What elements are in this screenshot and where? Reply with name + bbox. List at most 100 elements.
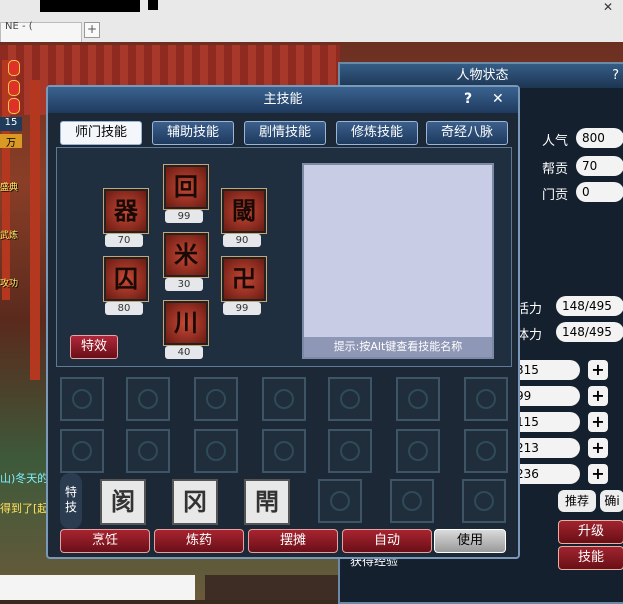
skill-icon[interactable]: 閾: [221, 188, 267, 234]
slot-emblem-icon: [138, 441, 158, 461]
skill-icon[interactable]: 器: [103, 188, 149, 234]
skill-level: 90: [223, 234, 261, 247]
hud-label[interactable]: 武炼: [0, 228, 18, 241]
skill-level: 80: [105, 302, 143, 315]
attribute-plus-button[interactable]: +: [588, 464, 608, 484]
slot-emblem-icon: [72, 441, 92, 461]
tab-assist-skills[interactable]: 辅助技能: [152, 121, 234, 145]
item-slot[interactable]: [396, 429, 440, 473]
skill-level: 99: [165, 210, 203, 223]
recommend-button[interactable]: 推荐: [558, 490, 596, 512]
effects-button[interactable]: 特效: [70, 335, 118, 359]
slot-emblem-icon: [402, 491, 422, 511]
item-slot[interactable]: [60, 429, 104, 473]
item-slot[interactable]: [262, 429, 306, 473]
special-skill-slot[interactable]: [390, 479, 434, 523]
slot-emblem-icon: [72, 389, 92, 409]
slot-emblem-icon: [408, 389, 428, 409]
cooking-button[interactable]: 烹饪: [60, 529, 150, 553]
item-slot[interactable]: [126, 377, 170, 421]
skill-window-title: 主技能: [48, 87, 518, 113]
hud-label[interactable]: 盛典: [0, 180, 18, 193]
item-slot[interactable]: [126, 429, 170, 473]
browser-tab-title: NE - (: [5, 21, 33, 32]
attribute-value: 115: [510, 412, 580, 432]
skill-icon[interactable]: 米: [163, 232, 209, 278]
tab-master-skills[interactable]: 师门技能: [60, 121, 142, 145]
skill-level: 40: [165, 346, 203, 359]
special-skill-icon[interactable]: 冈: [172, 479, 218, 525]
new-tab-button[interactable]: +: [84, 22, 100, 38]
skill-icon[interactable]: 卍: [221, 256, 267, 302]
special-skill-slot[interactable]: [462, 479, 506, 523]
skill-icon[interactable]: 川: [163, 300, 209, 346]
attribute-plus-button[interactable]: +: [588, 360, 608, 380]
stat-value: 70: [576, 156, 623, 176]
close-icon[interactable]: ✕: [492, 91, 504, 107]
skill-icon[interactable]: 囚: [103, 256, 149, 302]
skill-level: 30: [165, 278, 203, 291]
chat-line: 山)冬天的: [0, 472, 49, 485]
help-icon[interactable]: ?: [612, 64, 619, 88]
item-slot[interactable]: [464, 429, 508, 473]
confirm-button[interactable]: 确i: [600, 490, 623, 512]
special-skill-icon[interactable]: 阂: [100, 479, 146, 525]
browser-tab[interactable]: NE - (: [0, 21, 82, 43]
skill-description-panel: 提示:按Alt键查看技能名称: [302, 163, 494, 359]
tab-meridian-skills[interactable]: 奇经八脉: [426, 121, 508, 145]
item-slot[interactable]: [328, 377, 372, 421]
item-slot[interactable]: [262, 377, 306, 421]
gold-badge: 万: [0, 134, 22, 149]
slot-emblem-icon: [274, 441, 294, 461]
help-icon[interactable]: ?: [464, 91, 472, 107]
lantern-icon: [8, 60, 20, 76]
attribute-value: 99: [510, 386, 580, 406]
attribute-value: 213: [510, 438, 580, 458]
item-slot[interactable]: [194, 429, 238, 473]
special-skill-icon[interactable]: 閈: [244, 479, 290, 525]
scene-pillar: [30, 80, 40, 380]
slot-emblem-icon: [138, 389, 158, 409]
item-slot[interactable]: [396, 377, 440, 421]
hud-label[interactable]: 攻功: [0, 276, 18, 289]
item-slot[interactable]: [194, 377, 238, 421]
slot-emblem-icon: [330, 491, 350, 511]
auto-button[interactable]: 自动: [342, 529, 432, 553]
stat-label: 门贡: [542, 188, 569, 203]
tab-training-skills[interactable]: 修炼技能: [336, 121, 418, 145]
item-slot[interactable]: [60, 377, 104, 421]
stall-button[interactable]: 摆摊: [248, 529, 338, 553]
tab-story-skills[interactable]: 剧情技能: [244, 121, 326, 145]
attribute-value: 236: [510, 464, 580, 484]
use-button[interactable]: 使用: [434, 529, 506, 553]
alchemy-button[interactable]: 炼药: [154, 529, 244, 553]
attribute-plus-button[interactable]: +: [588, 412, 608, 432]
attribute-plus-button[interactable]: +: [588, 386, 608, 406]
attribute-plus-button[interactable]: +: [588, 438, 608, 458]
item-slot[interactable]: [464, 377, 508, 421]
lantern-icon: [8, 80, 20, 96]
close-icon[interactable]: ✕: [603, 0, 613, 14]
slot-emblem-icon: [474, 491, 494, 511]
slot-emblem-icon: [274, 389, 294, 409]
skill-button[interactable]: 技能: [558, 546, 623, 570]
stat-value: 0: [576, 182, 623, 202]
slot-emblem-icon: [206, 441, 226, 461]
chat-input[interactable]: [0, 575, 195, 600]
redaction-bar: [40, 0, 140, 12]
special-skill-label: 特技: [60, 473, 82, 529]
item-slot[interactable]: [328, 429, 372, 473]
slot-emblem-icon: [340, 389, 360, 409]
slot-emblem-icon: [476, 389, 496, 409]
slot-emblem-icon: [476, 441, 496, 461]
attribute-value: 315: [510, 360, 580, 380]
skill-level: 70: [105, 234, 143, 247]
stat-value: 800: [576, 128, 623, 148]
special-skill-slot[interactable]: [318, 479, 362, 523]
skill-icon[interactable]: 回: [163, 164, 209, 210]
stamina-value: 148/495: [556, 322, 623, 342]
chat-line: 得到了[起: [0, 502, 49, 515]
upgrade-button[interactable]: 升级: [558, 520, 623, 544]
slot-emblem-icon: [408, 441, 428, 461]
slot-emblem-icon: [206, 389, 226, 409]
